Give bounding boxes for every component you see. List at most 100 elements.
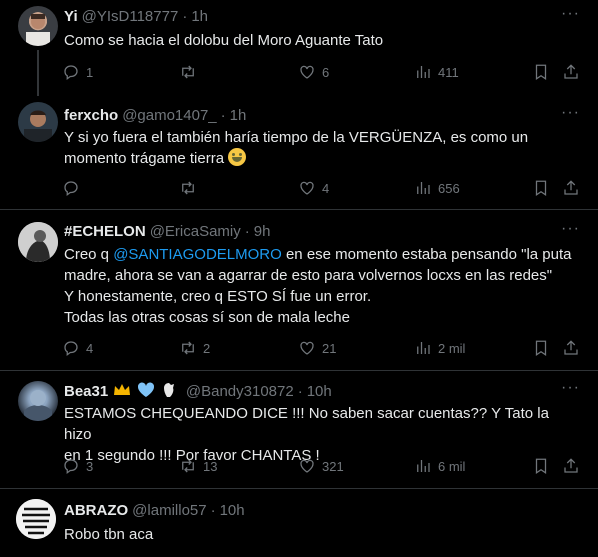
reply-button[interactable]	[62, 178, 86, 198]
tweet-text: Y si yo fuera el también haría tiempo de…	[64, 129, 529, 167]
views-button[interactable]: 656	[414, 178, 460, 198]
tweet-actions: 1 6 411	[62, 62, 582, 82]
bookmark-icon	[535, 180, 547, 196]
more-icon[interactable]: ···	[561, 5, 580, 23]
timestamp[interactable]: 10h	[220, 502, 245, 519]
retweet-icon	[182, 341, 194, 355]
tweet-text: Robo tbn aca	[64, 526, 154, 543]
user-handle[interactable]: @YIsD118777	[82, 8, 179, 25]
tweet-header: ABRAZO @lamillo57 · 10h	[64, 502, 245, 519]
share-button[interactable]	[562, 178, 580, 198]
timestamp[interactable]: 1h	[230, 107, 247, 124]
views-icon	[417, 342, 430, 354]
reply-icon	[64, 181, 78, 197]
retweet-button[interactable]: 2	[179, 338, 210, 358]
like-icon	[300, 65, 314, 79]
like-icon	[300, 181, 314, 195]
like-icon	[300, 459, 314, 473]
like-button[interactable]: 6	[298, 62, 329, 82]
sweat-smile-emoji-icon	[228, 148, 247, 166]
reply-icon	[64, 459, 78, 475]
share-icon	[564, 64, 578, 79]
share-button[interactable]	[562, 338, 580, 358]
more-icon[interactable]: ···	[561, 104, 580, 122]
timestamp[interactable]: 1h	[191, 8, 208, 25]
tweet-header: #ECHELON @EricaSamiy · 9h	[64, 223, 271, 240]
avatar[interactable]	[18, 6, 58, 46]
tweet-header: Bea31 @Bandy310872 · 10h	[64, 382, 332, 400]
reply-count: 3	[86, 458, 94, 474]
retweet-icon	[182, 459, 194, 473]
bookmark-button[interactable]	[532, 62, 550, 82]
timestamp[interactable]: 10h	[307, 383, 332, 400]
views-count: 6 mil	[438, 458, 466, 474]
reply-count: 4	[86, 340, 94, 356]
bookmark-icon	[535, 458, 547, 474]
views-icon	[417, 66, 430, 78]
user-name[interactable]: Bea31	[64, 383, 108, 400]
tweet-actions: 4 656	[62, 178, 582, 198]
retweet-button[interactable]: 13	[179, 456, 217, 476]
timestamp[interactable]: 9h	[254, 223, 271, 240]
views-count: 2 mil	[438, 340, 466, 356]
retweet-icon	[182, 65, 194, 79]
tweet-actions: 4 2 21 2 mil	[62, 338, 582, 358]
like-count: 6	[322, 64, 330, 80]
user-name[interactable]: ABRAZO	[64, 502, 128, 519]
reply-button[interactable]: 4	[62, 338, 93, 358]
bookmark-button[interactable]	[532, 338, 550, 358]
bookmark-button[interactable]	[532, 456, 550, 476]
reply-count: 1	[86, 64, 94, 80]
views-button[interactable]: 6 mil	[414, 456, 465, 476]
retweet-count: 13	[203, 458, 218, 474]
avatar-text-logo	[16, 499, 56, 539]
user-name[interactable]: ferxcho	[64, 107, 118, 124]
views-button[interactable]: 411	[414, 62, 459, 82]
blue-heart-emoji-icon	[137, 382, 154, 397]
user-handle[interactable]: @gamo1407_	[122, 107, 216, 124]
more-icon[interactable]: ···	[561, 379, 580, 397]
avatar[interactable]	[18, 381, 58, 421]
avatar[interactable]	[18, 102, 58, 142]
retweet-button[interactable]	[179, 62, 203, 82]
tweet-3[interactable]: #ECHELON @EricaSamiy · 9h ··· Creo q @SANTI…	[0, 210, 598, 370]
retweet-count: 2	[203, 340, 211, 356]
like-count: 321	[322, 458, 344, 474]
like-button[interactable]: 21	[298, 338, 336, 358]
tweet-1[interactable]: Yi @YIsD118777 · 1h ··· Como se hacia el do…	[0, 0, 598, 96]
more-icon[interactable]: ···	[561, 220, 580, 238]
views-count: 656	[438, 180, 460, 196]
share-button[interactable]	[562, 62, 580, 82]
bookmark-icon	[535, 64, 547, 80]
like-button[interactable]: 4	[298, 178, 329, 198]
reply-button[interactable]: 1	[62, 62, 93, 82]
bookmark-icon	[535, 340, 547, 356]
like-icon	[300, 341, 314, 355]
share-icon	[564, 340, 578, 355]
reply-icon	[64, 341, 78, 357]
bookmark-button[interactable]	[532, 178, 550, 198]
like-button[interactable]: 321	[298, 456, 344, 476]
avatar[interactable]	[18, 222, 58, 262]
user-name[interactable]: Yi	[64, 8, 78, 25]
share-button[interactable]	[562, 456, 580, 476]
goat-emoji-icon	[163, 383, 174, 397]
tweet-5[interactable]: ABRAZO @lamillo57 · 10h Robo tbn aca	[0, 489, 598, 557]
like-count: 21	[322, 340, 337, 356]
avatar[interactable]	[16, 499, 56, 539]
user-name[interactable]: #ECHELON	[64, 223, 146, 240]
user-handle[interactable]: @EricaSamiy	[150, 223, 241, 240]
tweet-actions: 3 13 321 6 mil	[62, 456, 582, 476]
tweet-2[interactable]: ferxcho @gamo1407_ · 1h ··· Y si yo fuera e…	[0, 96, 598, 209]
reply-button[interactable]: 3	[62, 456, 93, 476]
mention-link[interactable]: @SANTIAGODELMORO	[113, 246, 282, 263]
tweet-4[interactable]: Bea31 @Bandy310872 · 10h ··· ESTAMOS CHEQU…	[0, 371, 598, 487]
views-button[interactable]: 2 mil	[414, 338, 465, 358]
views-icon	[417, 460, 430, 472]
user-handle[interactable]: @Bandy310872	[186, 383, 294, 400]
retweet-icon	[182, 181, 194, 195]
user-handle[interactable]: @lamillo57	[132, 502, 206, 519]
share-icon	[564, 458, 578, 473]
tweet-header: ferxcho @gamo1407_ · 1h	[64, 107, 247, 124]
retweet-button[interactable]	[179, 178, 203, 198]
